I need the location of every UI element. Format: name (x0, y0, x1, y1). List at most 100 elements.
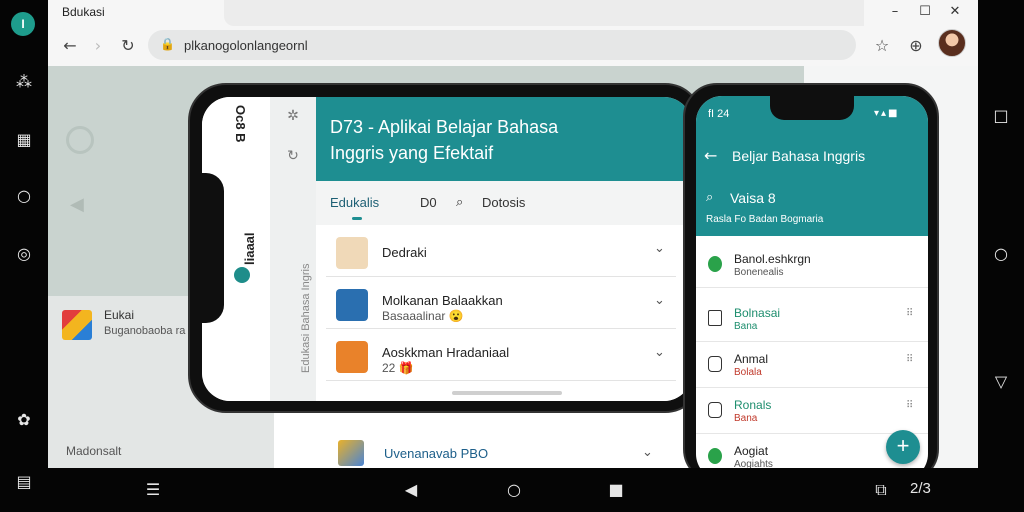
list-item-title: Banol.eshkrgn (734, 252, 811, 266)
leaf-icon (708, 448, 722, 464)
list-item[interactable]: Uvenanavab PBO ⌄ (328, 438, 658, 468)
grid-icon[interactable]: ▦ (12, 128, 36, 152)
list-item-thumbnail (336, 289, 368, 321)
list-item-title: Anmal (734, 352, 769, 366)
list-item-title: Ronals (734, 398, 772, 412)
list-item-thumbnail (338, 440, 364, 466)
url-text[interactable]: plkanogolonlangeornl (184, 38, 308, 53)
screenshot-icon[interactable]: ⧉ (868, 478, 894, 502)
minimize-button[interactable]: – (886, 3, 904, 21)
search-label[interactable]: Vaisa 8 (730, 190, 776, 206)
layout-icon[interactable]: ▤ (12, 470, 36, 494)
side-card-subtitle: Buganobaoba ra (104, 325, 186, 337)
tab-edukalis[interactable]: Edukalis (330, 195, 379, 210)
settings-icon[interactable]: ✿ (12, 408, 36, 432)
list-item[interactable]: Bolnasai Bana ⠿ (696, 296, 928, 342)
title-bar: Bdukasi – ☐ ✕ (48, 0, 978, 26)
chevron-down-icon[interactable]: ⌄ (654, 345, 665, 360)
side-card-title: Eukai (104, 308, 135, 322)
chevron-down-icon[interactable]: ⌄ (654, 293, 665, 308)
tab-dotosis[interactable]: Dotosis (482, 195, 525, 210)
drag-handle-icon[interactable]: ⠿ (906, 354, 913, 365)
chevron-down-icon[interactable]: ⌄ (654, 241, 665, 256)
list-item-title: Aogiat (734, 444, 769, 458)
home-indicator[interactable] (452, 391, 562, 395)
phone-notch (770, 96, 854, 120)
list-item-thumbnail (336, 237, 368, 269)
list-item[interactable]: Aoskkman Hradaniaal 22 🎁 ⌄ (326, 331, 676, 381)
gear-icon[interactable]: ✲ (284, 107, 302, 125)
recents-icon[interactable]: ■ (603, 478, 629, 502)
refresh-icon[interactable]: ↻ (284, 147, 302, 165)
faint-circle-icon (66, 126, 94, 154)
square-icon[interactable]: □ (989, 104, 1013, 128)
lock-icon: 🔒 (160, 37, 175, 51)
list-item[interactable]: Molkanan Balaakkan Basaaalinar 😮 ⌄ (326, 279, 676, 329)
tab-bar: Edukalis D0 ⌕ Dotosis (316, 181, 692, 225)
triangle-down-icon[interactable]: ▽ (989, 370, 1013, 394)
arrow-left-icon[interactable]: ← (58, 34, 82, 58)
back-icon[interactable]: ◀ (398, 478, 424, 502)
side-card-thumbnail (62, 310, 92, 340)
nav-bar: ← › ↻ 🔒 plkanogolonlangeornl ☆ ⊕ (48, 26, 978, 66)
list-item-subtitle: Bolala (734, 367, 762, 378)
page-title-line1: D73 - Aplikai Belajar Bahasa (330, 117, 559, 137)
list-item-subtitle: Bana (734, 413, 758, 424)
portrait-phone-screen: fI 24 ▾▴■ ← Beljar Bahasa Inggris ⌕ Vais… (696, 96, 928, 480)
screen: I ⁂ ▦ ○ ◎ ✿ ▤ □ ○ ▽ Bdukasi – ☐ ✕ ← › ↻ … (0, 0, 1024, 512)
header-subtitle: Rasla Fo Badan Bogmaria (706, 214, 824, 225)
phone-gray-rail: ✲ ↻ Edukasi Bahasa Ingris (270, 97, 316, 401)
share-icon[interactable]: ⁂ (12, 70, 36, 94)
avatar[interactable] (938, 29, 966, 57)
page-indicator: 2/3 (910, 480, 931, 497)
page-title: Beljar Bahasa Inggris (732, 148, 866, 164)
address-bar[interactable]: 🔒 plkanogolonlangeornl (148, 30, 856, 60)
list-item-subtitle: 22 🎁 (382, 361, 414, 375)
search-icon[interactable]: ⌕ (456, 195, 463, 210)
menu-icon[interactable]: ☰ (140, 478, 166, 502)
list-item[interactable]: Anmal Bolala ⠿ (696, 342, 928, 388)
right-rail: □ ○ ▽ (978, 0, 1024, 512)
status-time: fI 24 (708, 108, 730, 120)
left-rail: I ⁂ ▦ ○ ◎ ✿ ▤ (0, 0, 48, 512)
circle-icon[interactable]: ○ (12, 184, 36, 208)
window-title: Bdukasi (62, 5, 105, 19)
maximize-button[interactable]: ☐ (916, 3, 934, 21)
reload-icon[interactable]: ↻ (116, 34, 140, 58)
list-item-subtitle: Bonenealis (734, 267, 784, 278)
list-item-title: Dedraki (382, 245, 427, 260)
drag-handle-icon[interactable]: ⠿ (906, 400, 913, 411)
home-icon[interactable]: ○ (501, 478, 527, 502)
list-item-thumbnail (336, 341, 368, 373)
list-item-title: Bolnasai (734, 306, 781, 320)
extension-icon[interactable]: ⊕ (904, 34, 928, 58)
list-item[interactable]: Dedraki ⌄ (326, 227, 676, 277)
chevron-down-icon[interactable]: ⌄ (642, 445, 653, 460)
app-logo-icon[interactable]: I (11, 12, 35, 36)
bookmark-star-icon[interactable]: ☆ (870, 34, 894, 58)
drag-handle-icon[interactable]: ⠿ (906, 308, 913, 319)
circle-icon[interactable]: ○ (989, 242, 1013, 266)
search-icon[interactable]: ⌕ (706, 190, 713, 205)
list-item-title: Uvenanavab PBO (384, 446, 489, 461)
arrow-right-icon[interactable]: › (86, 34, 110, 58)
brand-dot-icon (234, 267, 250, 283)
add-button[interactable]: + (886, 430, 920, 464)
rail-brand-label: liaaal (242, 232, 257, 265)
portrait-phone: fI 24 ▾▴■ ← Beljar Bahasa Inggris ⌕ Vais… (683, 83, 939, 483)
lesson-list: Dedraki ⌄ Molkanan Balaakkan Basaaalinar… (316, 225, 692, 401)
list-item[interactable]: Ronals Bana ⠿ (696, 388, 928, 434)
faint-arrow-icon: ◀ (70, 194, 84, 215)
page-title-line2: Inggris yang Efektaif (330, 143, 494, 163)
landscape-phone: Oc8 B liaaal ✲ ↻ Edukasi Bahasa Ingris D… (188, 83, 703, 413)
note-icon (708, 356, 722, 372)
tab-d0[interactable]: D0 (420, 195, 437, 210)
system-nav-bar: ☰ ◀ ○ ■ ⧉ 2/3 (48, 468, 978, 512)
close-button[interactable]: ✕ (946, 3, 964, 21)
back-arrow-icon[interactable]: ← (704, 146, 717, 165)
list-item[interactable]: Banol.eshkrgn Bonenealis (696, 242, 928, 288)
footer-text: Madonsalt (66, 444, 122, 458)
landscape-phone-screen: Oc8 B liaaal ✲ ↻ Edukasi Bahasa Ingris D… (202, 97, 692, 401)
status-icons: ▾▴■ (874, 108, 900, 119)
record-icon[interactable]: ◎ (12, 242, 36, 266)
